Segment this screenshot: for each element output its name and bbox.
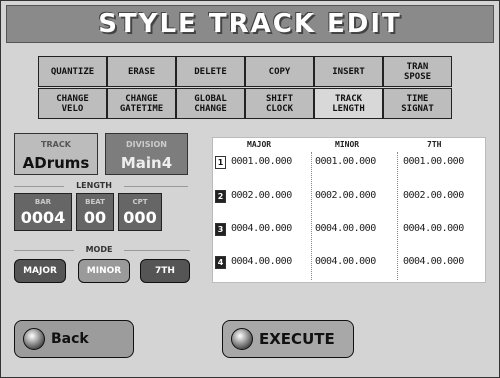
change-gatetime-button[interactable]: CHANGE GATETIME (107, 88, 176, 119)
track-caption: TRACK (41, 140, 71, 149)
length-bar-field[interactable]: BAR 0004 (14, 193, 72, 231)
mode-7th-button[interactable]: 7TH (140, 259, 190, 283)
page-title: STYLE TRACK EDIT (6, 5, 494, 43)
track-selector[interactable]: TRACK ADrums (14, 133, 98, 175)
minor-cell: 0001.00.000 (315, 156, 376, 167)
length-beat-field[interactable]: BEAT 00 (76, 193, 114, 231)
copy-button[interactable]: COPY (245, 56, 314, 87)
table-row[interactable]: 4 0004.00.000 0004.00.000 0004.00.000 (213, 256, 485, 274)
time-signature-button[interactable]: TIME SIGNAT (383, 88, 452, 119)
header-major: MAJOR (247, 140, 272, 149)
table-row[interactable]: 2 0002.00.000 0002.00.000 0002.00.000 (213, 190, 485, 208)
cpt-value: 000 (123, 208, 157, 227)
row-index: 4 (215, 256, 226, 269)
mode-divider-left (14, 250, 74, 251)
transpose-button[interactable]: TRAN SPOSE (383, 56, 452, 87)
division-selector[interactable]: DIVISION Main4 (105, 133, 188, 175)
seventh-cell: 0004.00.000 (403, 223, 464, 234)
length-divider-left (14, 186, 64, 187)
header-7th: 7TH (427, 140, 442, 149)
length-cpt-field[interactable]: CPT 000 (118, 193, 162, 231)
track-value: ADrums (22, 154, 90, 172)
minor-cell: 0004.00.000 (315, 256, 376, 267)
seventh-cell: 0001.00.000 (403, 156, 464, 167)
division-caption: DIVISION (125, 140, 168, 149)
erase-button[interactable]: ERASE (107, 56, 176, 87)
back-led-icon (23, 328, 45, 350)
change-velo-button[interactable]: CHANGE VELO (38, 88, 107, 119)
table-row[interactable]: 1 0001.00.000 0001.00.000 0001.00.000 (213, 156, 485, 174)
major-cell: 0002.00.000 (231, 190, 292, 201)
execute-led-icon (231, 328, 253, 350)
bar-value: 0004 (20, 208, 66, 227)
major-cell: 0004.00.000 (231, 256, 292, 267)
track-length-button[interactable]: TRACK LENGTH (314, 88, 383, 119)
back-button[interactable]: Back (14, 320, 134, 358)
global-change-button[interactable]: GLOBAL CHANGE (176, 88, 245, 119)
execute-label: EXECUTE (259, 330, 335, 348)
length-label: LENGTH (76, 181, 112, 190)
minor-cell: 0004.00.000 (315, 223, 376, 234)
shift-clock-button[interactable]: SHIFT CLOCK (245, 88, 314, 119)
quantize-button[interactable]: QUANTIZE (38, 56, 107, 87)
length-divider-right (124, 186, 188, 187)
header-minor: MINOR (335, 140, 360, 149)
mode-minor-button[interactable]: MINOR (78, 259, 130, 283)
mode-major-button[interactable]: MAJOR (14, 259, 66, 283)
length-table: MAJOR MINOR 7TH 1 0001.00.000 0001.00.00… (212, 137, 486, 283)
cpt-caption: CPT (132, 198, 148, 206)
delete-button[interactable]: DELETE (176, 56, 245, 87)
insert-button[interactable]: INSERT (314, 56, 383, 87)
mode-label: MODE (85, 245, 113, 254)
beat-value: 00 (83, 208, 107, 227)
beat-caption: BEAT (85, 198, 105, 206)
bar-caption: BAR (34, 198, 52, 206)
row-index: 2 (215, 190, 226, 203)
major-cell: 0004.00.000 (231, 223, 292, 234)
row-index: 3 (215, 223, 226, 236)
table-row[interactable]: 3 0004.00.000 0004.00.000 0004.00.000 (213, 223, 485, 241)
back-label: Back (51, 331, 89, 347)
seventh-cell: 0002.00.000 (403, 190, 464, 201)
execute-button[interactable]: EXECUTE (222, 320, 354, 358)
mode-divider-right (124, 250, 190, 251)
seventh-cell: 0004.00.000 (403, 256, 464, 267)
row-index: 1 (215, 156, 226, 169)
minor-cell: 0002.00.000 (315, 190, 376, 201)
major-cell: 0001.00.000 (231, 156, 292, 167)
division-value: Main4 (120, 154, 173, 172)
